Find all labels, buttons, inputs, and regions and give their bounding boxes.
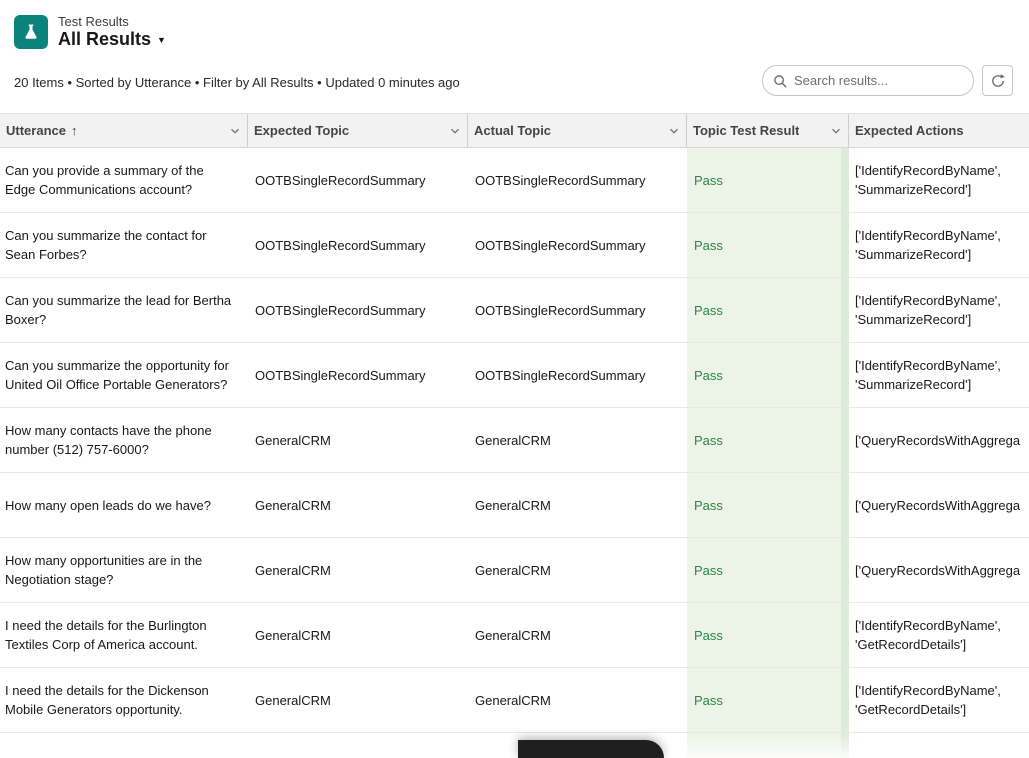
table-row[interactable]: How many contacts have the phone number …: [0, 408, 1029, 473]
cell-expected-topic: GeneralCRM: [248, 603, 468, 667]
cell-topic-test-result: Pass: [687, 148, 849, 212]
cell-utterance: Can you summarize the contact for Sean F…: [0, 213, 248, 277]
column-header-expected-topic[interactable]: Expected Topic: [248, 114, 468, 147]
cell-expected-actions: ['IdentifyRecordByName', 'SummarizeRecor…: [849, 343, 1029, 407]
sort-ascending-icon: ↑: [71, 123, 78, 138]
cell-expected-actions: ['IdentifyRecordByName', 'SummarizeRecor…: [849, 278, 1029, 342]
cell-utterance: Can you provide a summary of the Edge Co…: [0, 148, 248, 212]
cell-topic-test-result: Pass: [687, 213, 849, 277]
search-box: [762, 65, 974, 96]
chevron-down-icon[interactable]: [667, 124, 681, 138]
cell-topic-test-result: Pass: [687, 408, 849, 472]
cell-utterance: Can you summarize the lead for Bertha Bo…: [0, 278, 248, 342]
object-label: Test Results: [58, 14, 166, 29]
flask-icon: [22, 23, 40, 41]
table-row[interactable]: How many opportunities are in the Negoti…: [0, 538, 1029, 603]
table-row[interactable]: I need the details for the Burlington Te…: [0, 603, 1029, 668]
test-results-object-icon: [14, 15, 48, 49]
results-table: Utterance ↑ Expected Topic Actual Topic: [0, 113, 1029, 758]
table-row[interactable]: Can you provide a summary of the Edge Co…: [0, 148, 1029, 213]
chevron-down-icon[interactable]: [228, 124, 242, 138]
chevron-down-icon[interactable]: [448, 124, 462, 138]
cell-utterance: How many open leads do we have?: [0, 473, 248, 537]
cell-topic-test-result: Pass: [687, 473, 849, 537]
cell-topic-test-result: Pass: [687, 343, 849, 407]
cell-actual-topic: OOTBSingleRecordSummary: [468, 278, 687, 342]
list-view-selector[interactable]: All Results ▼: [58, 29, 166, 50]
cell-expected-actions: ['IdentifyRecordByName', 'GetRecordDetai…: [849, 668, 1029, 732]
cell-utterance: I need the details for the lead Phyllis: [0, 733, 248, 758]
refresh-icon: [990, 73, 1006, 89]
cell-utterance: How many contacts have the phone number …: [0, 408, 248, 472]
search-input[interactable]: [763, 66, 973, 95]
cell-expected-actions: ['IdentifyRecordByName', 'GetRecordDetai…: [849, 603, 1029, 667]
cell-expected-topic: [248, 733, 468, 758]
table-row[interactable]: Can you summarize the opportunity for Un…: [0, 343, 1029, 408]
column-header-expected-actions[interactable]: Expected Actions: [849, 114, 1029, 147]
column-label: Expected Actions: [855, 123, 964, 138]
view-label: All Results: [58, 29, 151, 50]
column-label: Topic Test Result: [693, 123, 799, 138]
cell-actual-topic: GeneralCRM: [468, 668, 687, 732]
cell-expected-topic: OOTBSingleRecordSummary: [248, 343, 468, 407]
cell-expected-topic: GeneralCRM: [248, 668, 468, 732]
list-info-bar: 20 Items • Sorted by Utterance • Filter …: [0, 60, 1029, 113]
cell-utterance: I need the details for the Dickenson Mob…: [0, 668, 248, 732]
title-block: Test Results All Results ▼: [58, 14, 166, 50]
column-label: Actual Topic: [474, 123, 551, 138]
refresh-button[interactable]: [982, 65, 1013, 96]
cell-actual-topic: OOTBSingleRecordSummary: [468, 148, 687, 212]
cell-actual-topic: GeneralCRM: [468, 538, 687, 602]
cell-expected-actions: ['IdentifyRecordByName', 'SummarizeRecor…: [849, 148, 1029, 212]
cell-expected-actions: ['IdentifyRecordByName', 'SummarizeRecor…: [849, 213, 1029, 277]
column-header-utterance[interactable]: Utterance ↑: [0, 114, 248, 147]
cell-expected-actions: ['QueryRecordsWithAggrega: [849, 473, 1029, 537]
cell-actual-topic: GeneralCRM: [468, 473, 687, 537]
cell-expected-actions: ['IdentifyRecordByName',: [849, 733, 1029, 758]
column-header-topic-test-result[interactable]: Topic Test Result: [687, 114, 849, 147]
cell-utterance: I need the details for the Burlington Te…: [0, 603, 248, 667]
cell-topic-test-result: Pass: [687, 603, 849, 667]
list-summary: 20 Items • Sorted by Utterance • Filter …: [14, 75, 460, 90]
list-controls: [762, 65, 1013, 96]
cell-topic-test-result: [687, 733, 849, 758]
column-label: Expected Topic: [254, 123, 349, 138]
column-label: Utterance: [6, 123, 66, 138]
cell-topic-test-result: Pass: [687, 668, 849, 732]
caret-down-icon: ▼: [157, 35, 166, 45]
cell-expected-actions: ['QueryRecordsWithAggrega: [849, 408, 1029, 472]
page-header: Test Results All Results ▼: [0, 0, 1029, 60]
cell-expected-topic: GeneralCRM: [248, 538, 468, 602]
cell-utterance: Can you summarize the opportunity for Un…: [0, 343, 248, 407]
table-row[interactable]: How many open leads do we have? GeneralC…: [0, 473, 1029, 538]
docked-panel[interactable]: [518, 740, 664, 758]
search-icon: [773, 74, 788, 89]
table-row[interactable]: I need the details for the lead Phyllis …: [0, 733, 1029, 758]
cell-expected-actions: ['QueryRecordsWithAggrega: [849, 538, 1029, 602]
cell-expected-topic: GeneralCRM: [248, 408, 468, 472]
cell-topic-test-result: Pass: [687, 278, 849, 342]
chevron-down-icon[interactable]: [829, 124, 843, 138]
cell-expected-topic: GeneralCRM: [248, 473, 468, 537]
table-body: Can you provide a summary of the Edge Co…: [0, 148, 1029, 758]
column-header-actual-topic[interactable]: Actual Topic: [468, 114, 687, 147]
cell-topic-test-result: Pass: [687, 538, 849, 602]
cell-actual-topic: GeneralCRM: [468, 603, 687, 667]
cell-actual-topic: OOTBSingleRecordSummary: [468, 343, 687, 407]
cell-utterance: How many opportunities are in the Negoti…: [0, 538, 248, 602]
cell-expected-topic: OOTBSingleRecordSummary: [248, 148, 468, 212]
cell-expected-topic: OOTBSingleRecordSummary: [248, 213, 468, 277]
cell-actual-topic: OOTBSingleRecordSummary: [468, 213, 687, 277]
table-header-row: Utterance ↑ Expected Topic Actual Topic: [0, 113, 1029, 148]
table-row[interactable]: I need the details for the Dickenson Mob…: [0, 668, 1029, 733]
table-row[interactable]: Can you summarize the lead for Bertha Bo…: [0, 278, 1029, 343]
cell-expected-topic: OOTBSingleRecordSummary: [248, 278, 468, 342]
test-results-page: Test Results All Results ▼ 20 Items • So…: [0, 0, 1029, 758]
cell-actual-topic: GeneralCRM: [468, 408, 687, 472]
table-row[interactable]: Can you summarize the contact for Sean F…: [0, 213, 1029, 278]
